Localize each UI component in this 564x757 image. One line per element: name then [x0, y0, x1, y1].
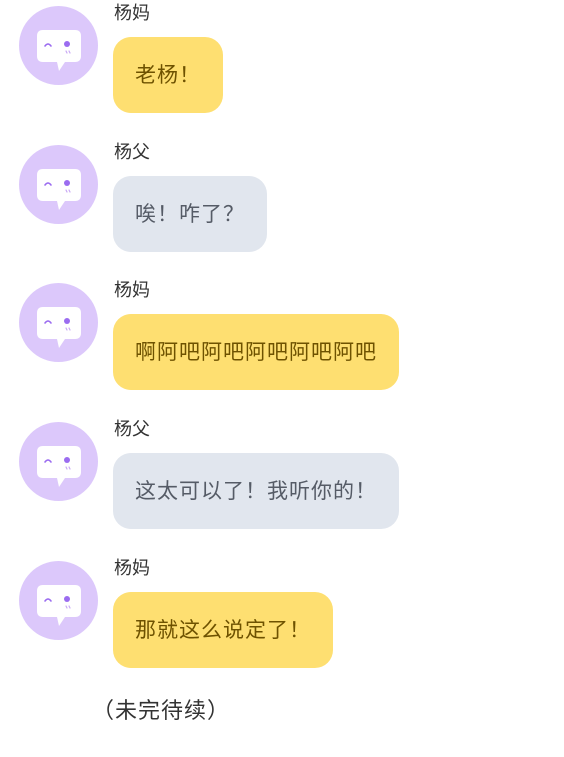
sender-name: 杨父: [114, 419, 150, 440]
message-bubble[interactable]: 那就这么说定了！: [113, 592, 333, 668]
message-bubble[interactable]: 啊阿吧阿吧阿吧阿吧阿吧: [113, 314, 399, 390]
avatar[interactable]: [19, 561, 98, 640]
avatar[interactable]: [19, 6, 98, 85]
chat-bubble-face-icon: [37, 307, 81, 348]
message-bubble[interactable]: 老杨！: [113, 37, 223, 113]
chat-bubble-face-icon: [37, 30, 81, 71]
avatar[interactable]: [19, 283, 98, 362]
sender-name: 杨妈: [114, 3, 150, 24]
chat-thread: 杨妈 老杨！ 杨父 唉！咋了？ 杨妈 啊阿吧阿吧阿吧阿吧阿吧 杨父 这太可以了！…: [0, 0, 564, 757]
avatar[interactable]: [19, 145, 98, 224]
avatar[interactable]: [19, 422, 98, 501]
message-bubble[interactable]: 这太可以了！我听你的！: [113, 453, 399, 529]
chat-bubble-face-icon: [37, 446, 81, 487]
message-bubble[interactable]: 唉！咋了？: [113, 176, 267, 252]
sender-name: 杨妈: [114, 280, 150, 301]
to-be-continued-note: （未完待续）: [92, 699, 231, 724]
chat-bubble-face-icon: [37, 585, 81, 626]
sender-name: 杨妈: [114, 558, 150, 579]
chat-bubble-face-icon: [37, 169, 81, 210]
sender-name: 杨父: [114, 142, 150, 163]
